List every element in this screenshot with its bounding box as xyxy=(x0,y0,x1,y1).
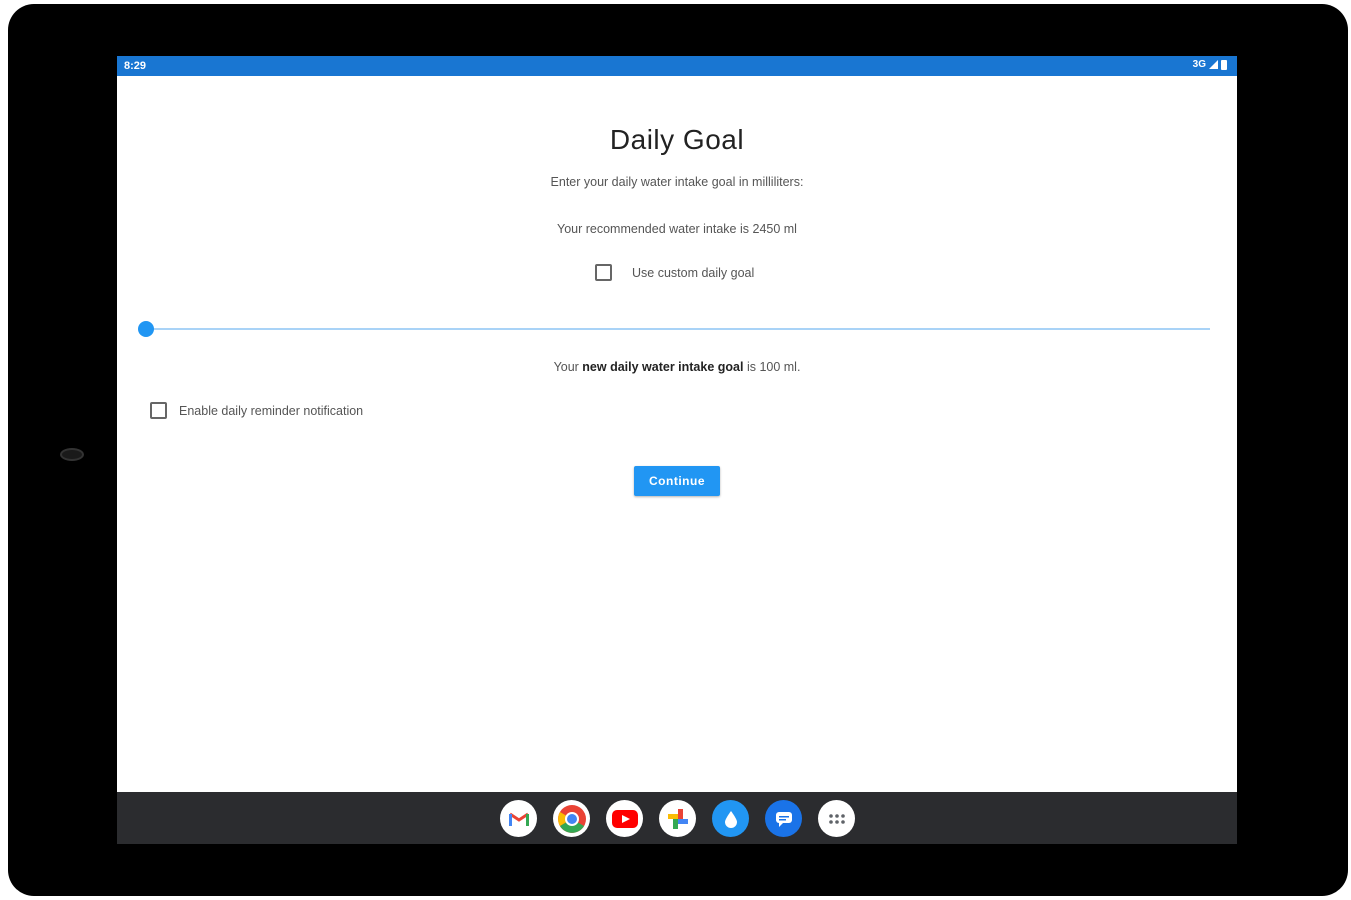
goal-prefix: Your xyxy=(553,360,583,374)
recommendation-text: Your recommended water intake is 2450 ml xyxy=(557,222,797,236)
youtube-icon[interactable] xyxy=(606,800,643,837)
slider-thumb[interactable] xyxy=(138,321,154,337)
goal-suffix: is 100 ml. xyxy=(743,360,801,374)
front-camera xyxy=(60,448,84,461)
chrome-icon[interactable] xyxy=(553,800,590,837)
slider-track[interactable] xyxy=(146,328,1210,330)
dock xyxy=(117,792,1237,844)
goal-bold: new daily water intake goal xyxy=(582,360,744,374)
battery-icon xyxy=(1221,59,1227,70)
network-type: 3G xyxy=(1192,59,1206,70)
status-time: 8:29 xyxy=(124,60,147,72)
messages-icon[interactable] xyxy=(765,800,802,837)
screen: 8:29 3G Daily Goal Enter your daily wate… xyxy=(117,56,1237,844)
custom-goal-row[interactable]: Use custom daily goal xyxy=(595,264,754,281)
signal-icon xyxy=(1209,60,1218,69)
reminder-row[interactable]: Enable daily reminder notification xyxy=(150,402,363,419)
status-bar: 8:29 3G xyxy=(117,56,1237,76)
status-icons: 3G xyxy=(1193,59,1227,70)
custom-goal-label: Use custom daily goal xyxy=(632,265,755,280)
gmail-icon[interactable] xyxy=(500,800,537,837)
water-app-icon[interactable] xyxy=(712,800,749,837)
app-drawer-icon[interactable] xyxy=(818,800,855,837)
page-title: Daily Goal xyxy=(609,124,745,155)
reminder-label: Enable daily reminder notification xyxy=(179,403,364,418)
dock-apps xyxy=(500,800,855,837)
photos-icon[interactable] xyxy=(659,800,696,837)
instruction-text: Enter your daily water intake goal in mi… xyxy=(550,175,804,189)
goal-slider[interactable] xyxy=(138,320,1210,338)
custom-goal-checkbox[interactable] xyxy=(595,264,612,281)
goal-text: Your new daily water intake goal is 100 … xyxy=(117,360,1237,374)
reminder-checkbox[interactable] xyxy=(150,402,167,419)
continue-button[interactable]: Continue xyxy=(634,466,720,496)
